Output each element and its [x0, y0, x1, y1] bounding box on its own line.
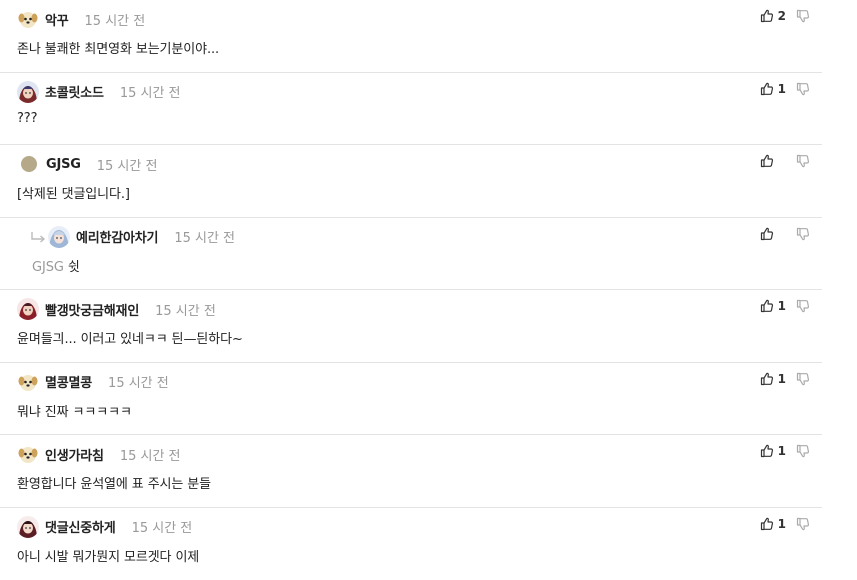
comment-votes: 1 [760, 516, 810, 532]
comment-item: 댓글신중하게 15 시간 전 아니 시발 뭐가뭔지 모르겟다 이제 1 [0, 508, 822, 580]
comment-text: 환영합니다 윤석열에 표 주시는 분들 [17, 473, 211, 492]
comment-author[interactable]: GJSG [46, 157, 81, 172]
comment-timestamp: 15 시간 전 [108, 372, 169, 391]
comment-timestamp: 15 시간 전 [97, 155, 158, 174]
comment-timestamp: 15 시간 전 [155, 300, 216, 319]
comment-text: 윤며들긔... 이러고 있네ㅋㅋ 듼—듼하다~ [17, 328, 243, 347]
comment-author[interactable]: 예리한감아차기 [76, 227, 158, 246]
comment-timestamp: 15 시간 전 [85, 10, 146, 29]
comment-reply-item: 예리한감아차기 15 시간 전 GJSG 쉿 [0, 218, 822, 291]
comment-author[interactable]: 인생가라침 [45, 445, 104, 464]
upvote-count: 1 [778, 299, 786, 313]
comment-votes [760, 226, 810, 242]
default-avatar-icon[interactable] [21, 156, 37, 172]
dog-avatar-icon[interactable] [17, 371, 39, 393]
thumbs-down-icon[interactable] [796, 154, 810, 168]
comment-votes: 1 [760, 443, 810, 459]
comment-header: 빨갱맛궁금해재인 15 시간 전 [17, 298, 216, 320]
comment-header: 멸콩멸콩 15 시간 전 [17, 371, 169, 393]
comment-header: 초콜릿소드 15 시간 전 [17, 81, 181, 103]
thumbs-up-icon[interactable] [760, 299, 774, 313]
comment-author[interactable]: 빨갱맛궁금해재인 [45, 300, 139, 319]
comment-item: 인생가라침 15 시간 전 환영합니다 윤석열에 표 주시는 분들 1 [0, 435, 822, 508]
reply-mention[interactable]: GJSG [32, 260, 64, 275]
comment-item: 빨갱맛궁금해재인 15 시간 전 윤며들긔... 이러고 있네ㅋㅋ 듼—듼하다~… [0, 290, 822, 363]
comment-text-container: GJSG 쉿 [32, 256, 80, 275]
comment-item: 멸콩멸콩 15 시간 전 뭐냐 진짜 ㅋㅋㅋㅋㅋ 1 [0, 363, 822, 436]
comment-text: ??? [17, 111, 37, 126]
thumbs-down-icon[interactable] [796, 372, 810, 386]
comment-author[interactable]: 초콜릿소드 [45, 82, 104, 101]
thumbs-down-icon[interactable] [796, 299, 810, 313]
comment-votes: 2 [760, 8, 810, 24]
comment-text: 뭐냐 진짜 ㅋㅋㅋㅋㅋ [17, 401, 132, 420]
comment-text: 존나 불쾌한 최면영화 보는기분이야... [17, 38, 219, 57]
upvote-count: 1 [778, 444, 786, 458]
character-avatar-icon[interactable] [17, 516, 39, 538]
character-avatar-icon[interactable] [17, 81, 39, 103]
comment-author[interactable]: 멸콩멸콩 [45, 372, 92, 391]
comment-header: 악꾸 15 시간 전 [17, 8, 145, 30]
upvote-count: 1 [778, 82, 786, 96]
thumbs-up-icon[interactable] [760, 517, 774, 531]
thumbs-down-icon[interactable] [796, 444, 810, 458]
dog-avatar-icon[interactable] [17, 8, 39, 30]
comment-timestamp: 15 시간 전 [120, 445, 181, 464]
upvote-count: 1 [778, 372, 786, 386]
thumbs-up-icon[interactable] [760, 372, 774, 386]
comment-votes [760, 153, 810, 169]
comment-timestamp: 15 시간 전 [120, 82, 181, 101]
comment-author[interactable]: 댓글신중하게 [45, 517, 116, 536]
comment-timestamp: 15 시간 전 [174, 227, 235, 246]
comment-item: 초콜릿소드 15 시간 전 ??? 1 [0, 73, 822, 146]
comment-votes: 1 [760, 371, 810, 387]
comment-header: 인생가라침 15 시간 전 [17, 443, 181, 465]
comment-text: 쉿 [68, 260, 80, 275]
comment-header: 예리한감아차기 15 시간 전 [30, 226, 235, 248]
comment-header: 댓글신중하게 15 시간 전 [17, 516, 192, 538]
thumbs-up-icon[interactable] [760, 444, 774, 458]
reply-arrow-icon [30, 230, 47, 244]
comment-author[interactable]: 악꾸 [45, 10, 69, 29]
comment-text: [삭제된 댓글입니다.] [17, 183, 130, 202]
thumbs-up-icon[interactable] [760, 154, 774, 168]
comment-votes: 1 [760, 298, 810, 314]
comment-header: GJSG 15 시간 전 [17, 153, 157, 175]
comment-list: 악꾸 15 시간 전 존나 불쾌한 최면영화 보는기분이야... 2 초콜릿소드… [0, 0, 822, 580]
thumbs-down-icon[interactable] [796, 517, 810, 531]
dog-avatar-icon[interactable] [17, 443, 39, 465]
thumbs-up-icon[interactable] [760, 9, 774, 23]
character-avatar-icon[interactable] [17, 298, 39, 320]
thumbs-up-icon[interactable] [760, 227, 774, 241]
comment-item: 악꾸 15 시간 전 존나 불쾌한 최면영화 보는기분이야... 2 [0, 0, 822, 73]
upvote-count: 1 [778, 517, 786, 531]
comment-text: 아니 시발 뭐가뭔지 모르겟다 이제 [17, 546, 199, 565]
character-avatar-icon[interactable] [48, 226, 70, 248]
comment-item: GJSG 15 시간 전 [삭제된 댓글입니다.] [0, 145, 822, 218]
comment-timestamp: 15 시간 전 [132, 517, 193, 536]
thumbs-down-icon[interactable] [796, 227, 810, 241]
thumbs-up-icon[interactable] [760, 82, 774, 96]
thumbs-down-icon[interactable] [796, 9, 810, 23]
thumbs-down-icon[interactable] [796, 82, 810, 96]
comment-votes: 1 [760, 81, 810, 97]
upvote-count: 2 [778, 9, 786, 23]
